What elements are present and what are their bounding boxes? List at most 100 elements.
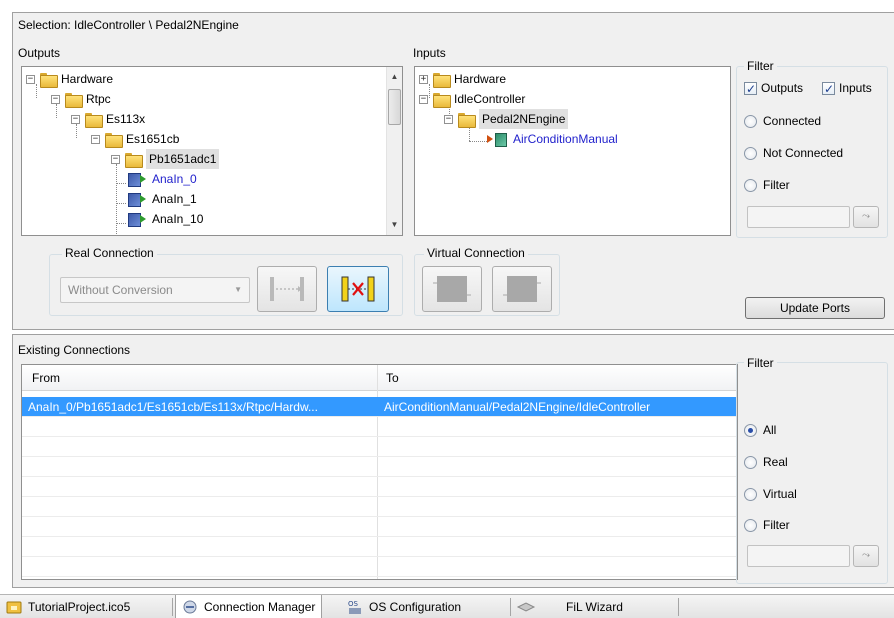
update-ports-button[interactable]: Update Ports [745,297,885,319]
conversion-combo-value: Without Conversion [68,283,173,297]
filter-title: Filter [744,59,777,73]
tree-node-anain-10[interactable]: AnaIn_10 [126,209,203,229]
connect-button[interactable] [257,266,317,312]
tree-node-label: Rtpc [86,92,111,106]
os-icon: OS [347,599,363,615]
collapse-icon[interactable]: − [111,154,120,164]
tab-fil-wizard[interactable]: FiL Wizard [516,595,623,618]
tree-node-anain-1[interactable]: AnaIn_1 [126,189,197,209]
filter-text-input[interactable] [747,206,850,228]
column-header-to[interactable]: To [378,365,399,391]
filter-apply-icon[interactable]: ⤳ [853,545,879,567]
folder-icon [125,152,143,168]
tab-tutorial-project[interactable]: TutorialProject.ico5 [6,595,130,618]
expand-icon[interactable]: + [419,74,428,84]
collapse-icon[interactable]: − [419,94,428,104]
radio-real[interactable]: Real [744,453,788,471]
tree-node-label: AnaIn_1 [152,192,197,206]
radio-not-connected[interactable]: Not Connected [744,144,843,162]
tree-node-hardware[interactable]: − Hardware [26,69,113,89]
virtual-connection-title: Virtual Connection [424,246,528,260]
virtual-connect-button[interactable] [422,266,482,312]
table-row-empty [22,477,737,497]
existing-connections-panel: Existing Connections From To AnaIn_0/Pb1… [12,334,894,588]
radio-filter[interactable]: Filter [744,516,790,534]
folder-icon [105,132,123,148]
table-row-empty [22,457,737,477]
tree-node-hardware[interactable]: + Hardware [419,69,506,89]
tree-node-pb1651adc1[interactable]: − Pb1651adc1 [111,149,220,169]
tree-node-idlecontroller[interactable]: − IdleController [419,89,525,109]
output-port-icon [126,212,148,227]
folder-icon [40,72,58,88]
inputs-label: Inputs [413,46,446,60]
radio-label: Filter [763,178,790,192]
scroll-thumb[interactable] [388,89,401,125]
radio-icon[interactable] [744,518,757,532]
virtual-disconnect-icon [503,276,541,302]
collapse-icon[interactable]: − [91,134,100,144]
radio-selected-icon[interactable] [744,423,757,437]
filter-apply-icon[interactable]: ⤳ [853,206,879,228]
tab-connection-manager[interactable]: Connection Manager [175,595,323,618]
tree-node-anain-0[interactable]: AnaIn_0 [126,169,197,189]
table-row-empty [22,417,737,437]
document-tab-bar: TutorialProject.ico5 Connection Manager … [0,594,894,618]
tab-label: FiL Wizard [566,600,623,614]
scroll-up-icon[interactable]: ▲ [387,69,402,85]
outputs-scrollbar[interactable]: ▲ ▼ [386,67,402,235]
folder-icon [433,92,451,108]
radio-icon[interactable] [744,455,757,469]
radio-filter[interactable]: Filter [744,176,790,194]
disconnect-button[interactable] [327,266,389,312]
checkbox-checked-icon[interactable] [822,80,835,98]
table-row-empty [22,497,737,517]
table-header: From To [22,365,737,391]
radio-icon[interactable] [744,178,757,192]
tab-label: TutorialProject.ico5 [28,600,131,614]
conversion-combo[interactable]: Without Conversion ▼ [60,277,250,303]
column-header-from[interactable]: From [24,365,60,391]
collapse-icon[interactable]: − [51,94,60,104]
collapse-icon[interactable]: − [444,114,453,124]
connections-table[interactable]: From To AnaIn_0/Pb1651adc1/Es1651cb/Es11… [21,364,738,580]
table-row-empty [22,557,737,577]
wizard-icon [516,599,536,615]
tab-label: Connection Manager [204,599,316,614]
tree-node-es113x[interactable]: − Es113x [71,109,145,129]
project-icon [6,599,22,615]
radio-icon[interactable] [744,487,757,501]
checkbox-checked-icon[interactable] [744,80,757,98]
folder-icon [458,112,476,128]
scroll-down-icon[interactable]: ▼ [387,217,402,233]
radio-connected[interactable]: Connected [744,112,821,130]
radio-all[interactable]: All [744,421,776,439]
chevron-down-icon: ▼ [234,285,242,294]
radio-label: Real [763,455,788,469]
filter-text-input[interactable] [747,545,850,567]
outputs-checkbox[interactable]: Outputs [744,79,803,98]
real-connection-title: Real Connection [62,246,157,260]
tree-node-es1651cb[interactable]: − Es1651cb [91,129,179,149]
inputs-checkbox[interactable]: Inputs [822,79,872,98]
table-row[interactable]: AnaIn_0/Pb1651adc1/Es1651cb/Es113x/Rtpc/… [22,397,737,417]
tree-node-label: AnaIn_10 [152,212,204,226]
radio-icon[interactable] [744,146,757,160]
outputs-tree[interactable]: − Hardware − Rtpc − Es113x − Es1651cb − … [21,66,403,236]
radio-icon[interactable] [744,114,757,128]
inputs-tree[interactable]: + Hardware − IdleController − Pedal2NEng… [414,66,731,236]
output-port-icon [126,192,148,207]
radio-virtual[interactable]: Virtual [744,485,797,503]
cell-to: AirConditionManual/Pedal2NEngine/IdleCon… [384,400,651,414]
radio-label: Virtual [763,487,797,501]
tab-separator [678,598,679,616]
virtual-connect-icon [433,276,471,302]
collapse-icon[interactable]: − [26,74,35,84]
tree-node-pedal2nengine[interactable]: − Pedal2NEngine [444,109,569,129]
tree-node-rtpc[interactable]: − Rtpc [51,89,111,109]
tree-node-label: AirConditionManual [513,132,618,146]
tree-node-airconditionmanual[interactable]: AirConditionManual [487,129,618,149]
tab-os-configuration[interactable]: OS OS Configuration [347,595,461,618]
virtual-disconnect-button[interactable] [492,266,552,312]
collapse-icon[interactable]: − [71,114,80,124]
